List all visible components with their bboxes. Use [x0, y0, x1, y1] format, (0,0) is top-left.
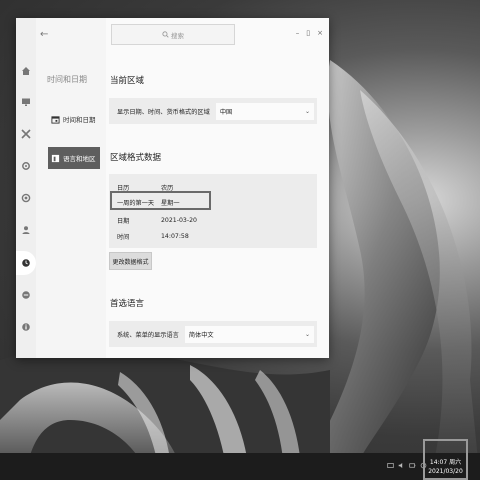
language-icon	[51, 154, 60, 162]
update-icon[interactable]	[19, 288, 33, 302]
search-icon	[162, 31, 169, 38]
current-region-card: 显示日期、时间、货币格式的区域 中国 ⌄	[109, 98, 317, 124]
account-icon[interactable]	[19, 223, 33, 237]
sidebar-item-time-date[interactable]: 时间和日期	[48, 108, 100, 130]
format-row-value: 14:07:58	[161, 233, 189, 240]
taskbar-clock[interactable]: 14:07 周六 2021/03/20	[423, 439, 468, 480]
current-region-title: 当前区域	[110, 76, 145, 86]
region-format-title: 区域格式数据	[110, 153, 162, 163]
chevron-down-icon: ⌄	[304, 107, 310, 115]
settings-window: ← 时间和日期 时间和日期 语言和地区 搜索 – ▯ × 当前区域 显示日期、时…	[16, 18, 329, 358]
preferred-language-title: 首选语言	[110, 299, 145, 309]
maximize-button[interactable]: ▯	[306, 29, 310, 37]
language-dropdown-value: 简体中文	[188, 331, 214, 339]
category-nav	[16, 18, 36, 358]
change-format-button[interactable]: 更改数据格式	[109, 252, 152, 270]
taskbar: 14:07 周六 2021/03/20	[0, 439, 480, 480]
system-tray	[387, 462, 427, 469]
info-icon[interactable]	[19, 320, 33, 334]
close-button[interactable]: ×	[317, 29, 323, 37]
chevron-down-icon: ⌄	[304, 330, 310, 338]
calendar-icon	[51, 115, 60, 124]
highlight-box	[110, 191, 211, 210]
settings-icon[interactable]	[19, 159, 33, 173]
apps-icon[interactable]	[19, 191, 33, 205]
search-placeholder: 搜索	[171, 31, 184, 40]
region-dropdown-value: 中国	[219, 108, 233, 116]
network-icon[interactable]	[387, 462, 394, 469]
display-icon[interactable]	[19, 95, 33, 109]
sidebar-heading: 时间和日期	[47, 75, 87, 84]
preferred-language-label: 系统、菜单的显示语言	[117, 331, 179, 339]
sidebar	[36, 18, 106, 358]
region-format-card: 日历 农历 一周的第一天 星期一 日期 2021-03-20 时间 14:07:…	[109, 174, 317, 248]
window-controls: – ▯ ×	[296, 29, 323, 37]
sidebar-item-language-region[interactable]: 语言和地区	[48, 147, 100, 169]
sidebar-item-label: 时间和日期	[63, 116, 96, 124]
battery-icon[interactable]	[409, 462, 416, 469]
back-arrow-icon[interactable]: ←	[40, 29, 48, 40]
preferred-language-card: 系统、菜单的显示语言 简体中文 ⌄	[109, 321, 317, 347]
sidebar-item-label: 语言和地区	[63, 155, 96, 163]
search-input[interactable]: 搜索	[111, 24, 235, 45]
format-row-value: 2021-03-20	[161, 217, 197, 224]
format-row-label: 日期	[117, 218, 130, 225]
clock-icon[interactable]	[16, 251, 36, 275]
clock-time: 14:07 周六	[429, 459, 462, 466]
language-dropdown[interactable]: 简体中文 ⌄	[184, 325, 314, 343]
home-icon[interactable]	[19, 64, 33, 78]
tools-icon[interactable]	[19, 127, 33, 141]
region-dropdown[interactable]: 中国 ⌄	[215, 102, 314, 120]
format-row-date: 日期 2021-03-20	[117, 212, 307, 229]
minimize-button[interactable]: –	[296, 29, 300, 37]
current-region-label: 显示日期、时间、货币格式的区域	[117, 108, 210, 116]
clock-date: 2021/03/20	[428, 468, 463, 475]
volume-icon[interactable]	[398, 462, 405, 469]
format-row-label: 时间	[117, 234, 130, 241]
format-row-time: 时间 14:07:58	[117, 228, 307, 245]
